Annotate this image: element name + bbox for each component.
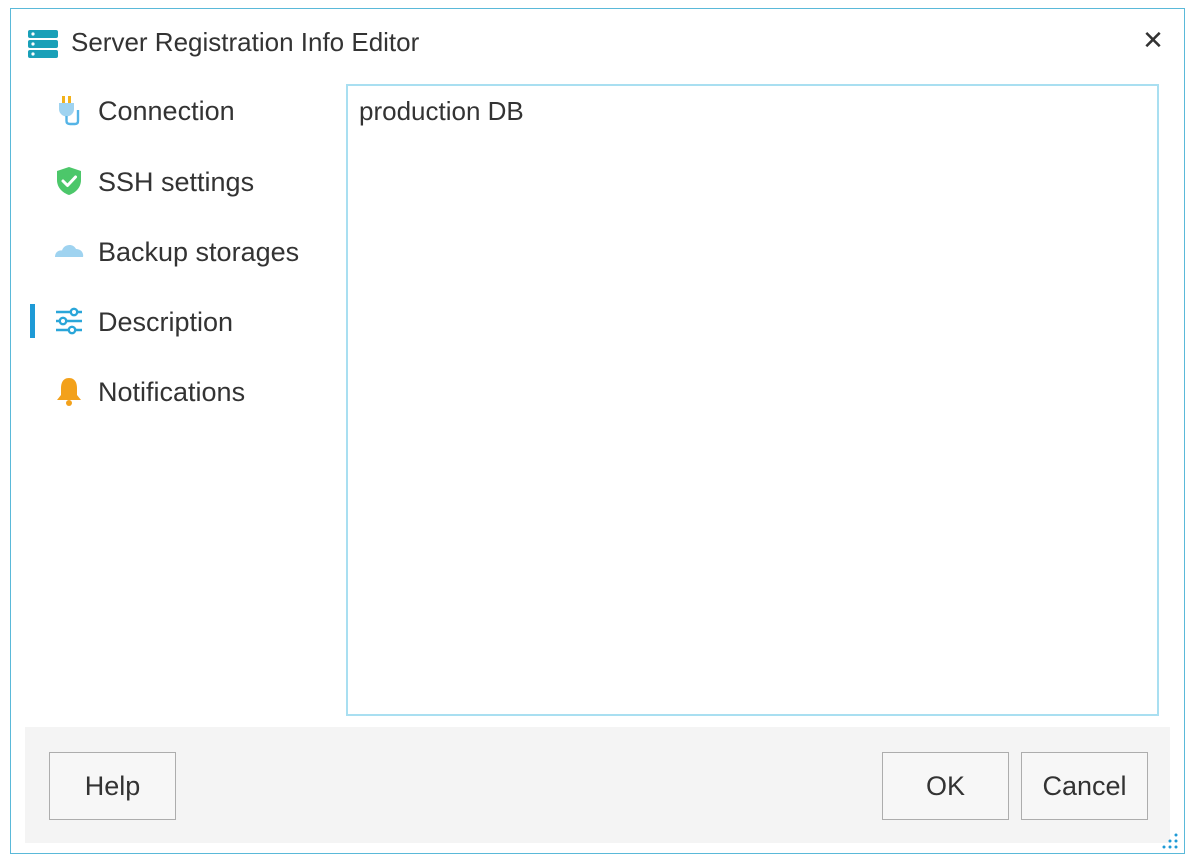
dialog-footer: Help OK Cancel <box>25 727 1170 843</box>
sidebar-item-label: Backup storages <box>98 237 300 267</box>
sidebar-nav: Connection SSH settings Backup storages <box>11 79 341 459</box>
sidebar-item-label: Notifications <box>98 377 246 407</box>
description-textarea[interactable]: production DB <box>346 84 1159 716</box>
sidebar-item-description[interactable]: Description <box>11 290 341 350</box>
sidebar-item-ssh-settings[interactable]: SSH settings <box>11 150 341 210</box>
server-registration-dialog: Server Registration Info Editor ✕ Connec… <box>10 8 1185 854</box>
cancel-button[interactable]: Cancel <box>1021 752 1148 820</box>
close-icon: ✕ <box>1142 25 1164 55</box>
cloud-icon <box>55 245 84 257</box>
server-stack-icon <box>28 30 58 58</box>
shield-check-icon <box>57 167 81 195</box>
sidebar-item-backup-storages[interactable]: Backup storages <box>11 220 341 280</box>
plug-icon <box>59 96 80 126</box>
ok-button[interactable]: OK <box>882 752 1009 820</box>
sidebar-item-label: Connection <box>98 96 235 126</box>
sidebar-item-label: SSH settings <box>98 167 255 197</box>
dialog-title: Server Registration Info Editor <box>71 27 420 57</box>
title-bar: Server Registration Info Editor ✕ <box>11 9 1184 75</box>
sliders-icon <box>56 307 82 335</box>
active-indicator <box>30 304 35 338</box>
sidebar-item-notifications[interactable]: Notifications <box>11 360 341 420</box>
sidebar-item-connection[interactable]: Connection <box>11 79 341 139</box>
resize-grip-icon[interactable] <box>1160 831 1180 851</box>
help-button[interactable]: Help <box>49 752 176 820</box>
bell-icon <box>57 378 81 406</box>
sidebar-item-label: Description <box>98 307 234 337</box>
close-button[interactable]: ✕ <box>1140 27 1166 53</box>
